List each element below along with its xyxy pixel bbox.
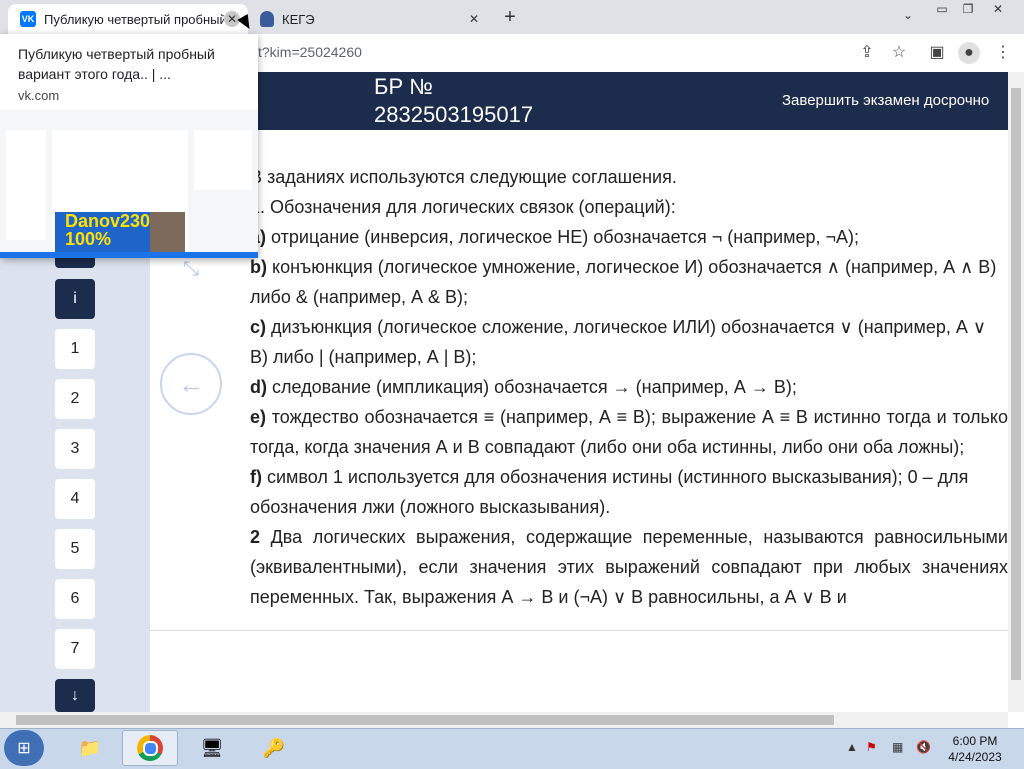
item-f: f) символ 1 используется для обозначения… (250, 467, 969, 517)
nav-button-down[interactable]: ↓ (55, 679, 95, 712)
hover-card-title: Публикую четвертый пробный вариант этого… (18, 46, 215, 82)
tab-vk[interactable]: VK Публикую четвертый пробный ✕ (8, 4, 248, 34)
side-panel-icon[interactable]: ▣ (926, 42, 948, 64)
close-icon[interactable]: ✕ (466, 11, 482, 27)
minimize-icon[interactable]: ▭ (930, 2, 954, 18)
finish-exam-button[interactable]: Завершить экзамен досрочно (782, 92, 989, 109)
keys-icon[interactable]: 🔑 (246, 730, 302, 766)
bookmark-star-icon[interactable]: ☆ (888, 42, 910, 64)
action-center-icon[interactable]: ⚑ (866, 740, 877, 754)
item-c: c) дизъюнкция (логическое сложение, логи… (250, 317, 987, 367)
tab-kege[interactable]: КЕГЭ ✕ (250, 4, 490, 34)
kege-icon (260, 11, 274, 27)
hover-card-domain: vk.com (18, 88, 60, 103)
system-clock[interactable]: 6:00 PM 4/24/2023 (940, 733, 1010, 765)
start-button[interactable]: ⊞ (4, 730, 44, 766)
nav-button-5[interactable]: 5 (55, 529, 95, 569)
chrome-icon[interactable] (122, 730, 178, 766)
divider (150, 630, 1008, 631)
profile-icon[interactable]: ● (958, 42, 980, 64)
nav-button-4[interactable]: 4 (55, 479, 95, 519)
item-e: e) тождество обозначается ≡ (например, А… (250, 407, 1008, 457)
folder-icon[interactable]: 📁 (62, 730, 118, 766)
new-tab-button[interactable]: + (498, 6, 522, 30)
item-d: d) следование (импликация) обозначается … (250, 377, 797, 397)
nav-button-3[interactable]: 3 (55, 429, 95, 469)
nav-button-6[interactable]: 6 (55, 579, 95, 619)
share-icon[interactable]: ⇪ (856, 42, 878, 64)
preview-right-panel (194, 130, 252, 190)
collapse-icon[interactable]: ⤡ (176, 258, 206, 288)
section-2: 2 Два логических выражения, содержащие п… (250, 527, 1008, 607)
menu-icon[interactable]: ⋮ (992, 42, 1014, 64)
horizontal-scroll-thumb[interactable] (16, 715, 834, 725)
item-a: a) отрицание (инверсия, логическое НЕ) о… (250, 227, 859, 247)
control-panel-icon[interactable]: 🖥 (184, 730, 240, 766)
hover-card-bottom-bar (0, 252, 258, 258)
task-content: В заданиях используются следующие соглаш… (250, 162, 1008, 630)
tab-title: КЕГЭ (282, 11, 315, 27)
tray-expand-icon[interactable]: ▲ (846, 740, 858, 754)
windows-logo-icon: ⊞ (17, 740, 31, 757)
arrow-left-icon: ← (178, 368, 204, 399)
vk-icon: VK (20, 11, 36, 27)
vertical-scroll-thumb[interactable] (1011, 88, 1021, 680)
br-number: 2832503195017 (374, 102, 534, 127)
back-arrow-button[interactable]: ← (160, 353, 222, 415)
nav-button-info[interactable]: i (55, 279, 95, 319)
br-label: БР № (374, 74, 433, 99)
section-1-title: 1. Обозначения для логических связок (оп… (250, 197, 676, 217)
address-bar[interactable]: t?kim=25024260 (258, 44, 362, 60)
tab-search-icon[interactable]: ⌄ (896, 8, 920, 24)
window-close-icon[interactable]: ✕ (986, 2, 1010, 18)
nav-button-1[interactable]: 1 (55, 329, 95, 369)
volume-icon[interactable]: 🔇 (916, 740, 931, 754)
maximize-icon[interactable]: ❐ (956, 2, 980, 18)
network-icon[interactable]: ▦ (892, 740, 903, 754)
nav-button-7[interactable]: 7 (55, 629, 95, 669)
item-b: b) конъюнкция (логическое умножение, лог… (250, 257, 997, 307)
intro-text: В заданиях используются следующие соглаш… (250, 167, 677, 187)
preview-photo (150, 212, 185, 252)
tab-title: Публикую четвертый пробный (44, 11, 224, 27)
nav-button-2[interactable]: 2 (55, 379, 95, 419)
preview-sidebar (6, 130, 46, 240)
